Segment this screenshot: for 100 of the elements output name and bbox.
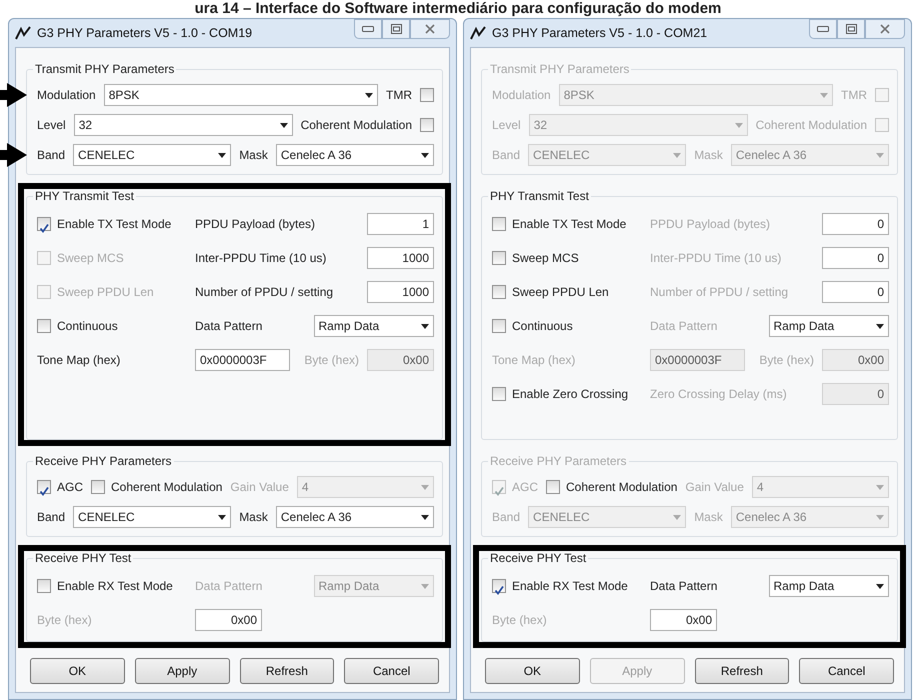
caret-icon: [421, 584, 429, 588]
checkbox[interactable]: [37, 217, 51, 231]
checkbox-label: Continuous: [512, 318, 573, 335]
dialog-button[interactable]: Refresh: [240, 658, 334, 684]
field-label: Number of PPDU / setting: [195, 284, 334, 301]
group-title: Receive PHY Parameters: [488, 454, 628, 468]
checkbox-label: Continuous: [57, 318, 118, 335]
caret-icon: [734, 122, 743, 128]
input-field[interactable]: 0: [822, 247, 889, 269]
checkbox-label: Sweep PPDU Len: [512, 284, 609, 301]
field-label: Modulation: [37, 87, 96, 104]
input-field[interactable]: 0x0000003F: [195, 349, 290, 371]
caret-icon: [876, 584, 884, 588]
field-label: Mask: [694, 147, 723, 164]
dialog-button[interactable]: OK: [30, 658, 125, 684]
dropdown[interactable]: 32: [74, 114, 293, 136]
dialog-button[interactable]: OK: [485, 658, 580, 684]
field-label: Byte (hex): [492, 612, 548, 629]
dialog-button[interactable]: Cancel: [344, 658, 439, 684]
caret-icon: [218, 514, 226, 520]
dropdown[interactable]: Ramp Data: [768, 575, 889, 597]
dropdown[interactable]: CENELEC: [73, 506, 232, 528]
checkbox[interactable]: [420, 118, 434, 132]
dialog-button[interactable]: Cancel: [799, 658, 894, 684]
input-field[interactable]: 0: [822, 281, 889, 303]
close-button[interactable]: [865, 19, 905, 39]
group-title: Receive PHY Test: [488, 551, 588, 565]
checkbox[interactable]: [91, 480, 106, 494]
field-label: Data Pattern: [650, 318, 718, 335]
input-field[interactable]: 1000: [367, 281, 434, 303]
checkbox-label: Enable TX Test Mode: [512, 216, 626, 233]
close-button[interactable]: [410, 19, 450, 39]
input-field[interactable]: 1000: [367, 247, 434, 269]
caret-icon: [421, 484, 429, 490]
checkbox[interactable]: [492, 387, 506, 401]
checkbox-label: Sweep PPDU Len: [57, 284, 154, 301]
dropdown[interactable]: CENELEC: [73, 144, 232, 166]
checkbox[interactable]: [420, 88, 434, 102]
maximize-icon: [846, 24, 856, 34]
input-field[interactable]: 0x00: [195, 609, 262, 631]
caret-icon: [876, 324, 884, 328]
field-label: Modulation: [492, 87, 551, 104]
checkbox-label: Sweep MCS: [512, 250, 579, 267]
dropdown[interactable]: Cenelec A 36: [276, 144, 434, 166]
dropdown[interactable]: Cenelec A 36: [276, 506, 434, 528]
dialog-button[interactable]: Apply: [134, 658, 230, 684]
field-label: Data Pattern: [195, 578, 264, 595]
field-label: Level: [37, 117, 66, 134]
input-field[interactable]: 1: [367, 213, 434, 235]
minimize-button[interactable]: [809, 19, 837, 39]
dialog-button[interactable]: Refresh: [694, 658, 790, 684]
dropdown[interactable]: 8PSK: [104, 84, 378, 106]
field-label: Byte (hex): [303, 352, 359, 369]
minimize-icon: [817, 26, 829, 32]
input-field[interactable]: 0x00: [650, 609, 717, 631]
maximize-button[interactable]: [382, 19, 410, 39]
field-label: Data Pattern: [650, 578, 718, 595]
caret-icon: [421, 324, 429, 328]
checkbox-label: Coherent Modulation: [300, 117, 413, 134]
checkbox[interactable]: [37, 480, 51, 494]
window-title: G3 PHY Parameters V5 - 1.0 - COM19: [37, 24, 252, 42]
field-label: Band: [37, 509, 66, 526]
field-label: PPDU Payload (bytes): [650, 216, 772, 233]
input-field[interactable]: 0: [822, 213, 889, 235]
field-label: Number of PPDU / setting: [650, 284, 790, 301]
field-label: Band: [492, 147, 520, 164]
maximize-button[interactable]: [837, 19, 865, 39]
checkbox-label: AGC: [57, 479, 84, 496]
maximize-icon: [390, 24, 402, 34]
checkbox-label: Enable RX Test Mode: [57, 578, 173, 595]
checkbox[interactable]: [492, 251, 506, 265]
caret-icon: [673, 152, 682, 158]
minimize-button[interactable]: [354, 19, 382, 39]
field-label: Data Pattern: [195, 318, 264, 335]
checkbox[interactable]: [37, 579, 51, 593]
checkbox-label: Coherent Modulation: [566, 479, 678, 496]
field-label: Tone Map (hex): [37, 352, 122, 369]
dropdown[interactable]: Ramp Data: [768, 315, 889, 337]
checkbox[interactable]: [37, 319, 51, 333]
checkbox[interactable]: [546, 480, 560, 494]
checkbox[interactable]: [492, 319, 506, 333]
group-title: PHY Transmit Test: [33, 189, 136, 203]
field-label: Gain Value: [685, 479, 744, 496]
caret-icon: [365, 92, 373, 98]
window-title: G3 PHY Parameters V5 - 1.0 - COM21: [492, 24, 708, 42]
dropdown[interactable]: Ramp Data: [314, 315, 434, 337]
caret-icon: [876, 484, 884, 490]
field-label: Inter-PPDU Time (10 us): [650, 250, 782, 267]
checkbox[interactable]: [492, 579, 506, 593]
checkbox-label: Coherent Modulation: [756, 117, 868, 134]
field-label: Inter-PPDU Time (10 us): [195, 250, 328, 267]
checkbox-label: AGC: [512, 479, 538, 496]
checkbox[interactable]: [492, 285, 506, 299]
checkbox[interactable]: [492, 217, 506, 231]
field-label: Byte (hex): [758, 352, 814, 369]
caret-icon: [820, 92, 828, 98]
checkbox-label: Enable RX Test Mode: [512, 578, 628, 595]
field-label: Band: [492, 509, 520, 526]
checkbox-label: Enable TX Test Mode: [57, 216, 172, 233]
minimize-icon: [362, 26, 374, 32]
